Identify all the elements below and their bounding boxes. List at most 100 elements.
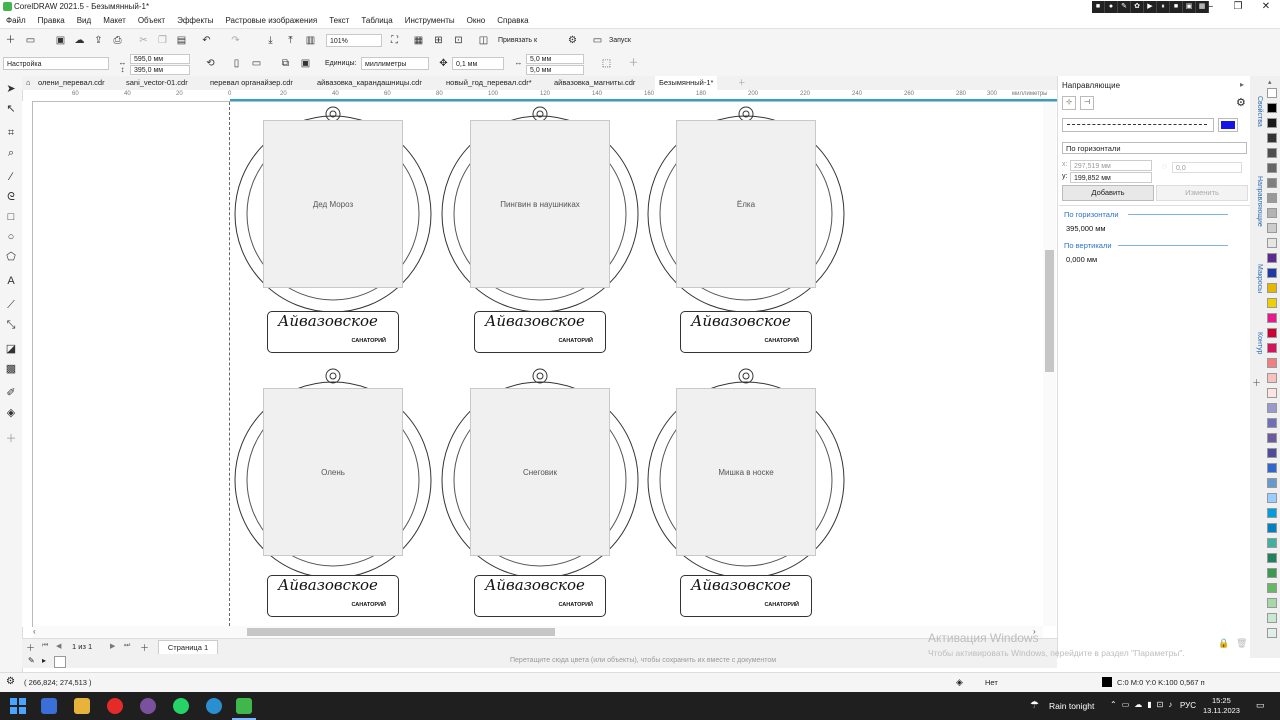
horizontal-ruler[interactable]: 60 40 20 0 20 40 60 80 100 120 140 160 1… (32, 90, 1057, 102)
palette-swatch[interactable] (1267, 208, 1277, 218)
add-docker-icon[interactable]: ＋ (1252, 376, 1261, 389)
menu-window[interactable]: Окно (461, 14, 492, 28)
new-tab-icon[interactable]: ＋ (734, 76, 750, 90)
snap-icon[interactable]: ◫ (477, 34, 490, 47)
palette-swatch[interactable] (1267, 493, 1277, 503)
palette-swatch[interactable] (1267, 118, 1277, 128)
ornament-reindeer[interactable]: Олень Айвазовское САНАТОРИЙ (231, 368, 435, 617)
menu-text[interactable]: Текст (323, 14, 355, 28)
page-height-field[interactable]: 395,0 мм (130, 65, 190, 75)
docker-menu-icon[interactable]: ▸ (1240, 80, 1244, 89)
minimize-button[interactable]: – (1196, 0, 1224, 14)
zoom-level-field[interactable]: 101% (326, 34, 382, 47)
freehand-tool-icon[interactable]: ∕ (4, 170, 18, 184)
portrait-icon[interactable]: ▯ (230, 57, 243, 70)
quick-icon[interactable]: ■ (1170, 1, 1183, 13)
palette-swatch[interactable] (1267, 598, 1277, 608)
duplicate-y-field[interactable]: 5,0 мм (526, 65, 584, 75)
page-orientation-icon[interactable]: ⟲ (204, 57, 217, 70)
nudge-distance-field[interactable]: 0,1 мм (452, 57, 504, 70)
show-guides-icon[interactable]: ⊡ (452, 34, 465, 47)
page-width-field[interactable]: 595,0 мм (130, 54, 190, 64)
contour-tab[interactable]: Контур (1251, 332, 1263, 354)
palette-swatch[interactable] (1267, 178, 1277, 188)
quick-icon[interactable]: ▣ (1183, 1, 1196, 13)
guidelines-tab[interactable]: Направляющие (1251, 176, 1263, 227)
connector-tool-icon[interactable]: ⤡ (4, 318, 18, 332)
status-gear-icon[interactable]: ⚙ (6, 676, 15, 687)
palette-swatch[interactable] (1267, 328, 1277, 338)
palette-swatch[interactable] (1267, 388, 1277, 398)
ornament-penguin[interactable]: Пингвин в наушниках Айвазовское САНАТОРИ… (438, 106, 642, 353)
transparency-tool-icon[interactable]: ▩ (4, 362, 18, 376)
quick-icon[interactable]: ▶ (1144, 1, 1157, 13)
weather-text[interactable]: Rain tonight (1049, 701, 1094, 711)
units-select[interactable]: миллиметры (361, 57, 429, 70)
cut-icon[interactable]: ✂ (137, 34, 150, 47)
palette-swatch[interactable] (1267, 463, 1277, 473)
macros-tab[interactable]: Макросы (1251, 264, 1263, 293)
outline-color-swatch[interactable] (1102, 677, 1112, 687)
first-page-icon[interactable]: ⏮ (42, 642, 48, 650)
new-document-icon[interactable]: ＋ (4, 34, 17, 47)
show-grid-icon[interactable]: ⊞ (432, 34, 445, 47)
ornament-tree[interactable]: Ёлка Айвазовское САНАТОРИЙ (644, 106, 848, 353)
palette-swatch[interactable] (1267, 403, 1277, 413)
line-style-select[interactable] (1062, 118, 1214, 132)
palette-up-icon[interactable]: ▴ (1268, 78, 1272, 86)
options-gear-icon[interactable]: ⚙ (566, 34, 579, 47)
palette-swatch[interactable] (1267, 268, 1277, 278)
horizontal-scrollbar[interactable]: ‹ › (33, 626, 1043, 638)
guide-orientation-select[interactable]: По горизонтали (1062, 142, 1247, 154)
duplicate-x-field[interactable]: 5,0 мм (526, 54, 584, 64)
menu-view[interactable]: Вид (71, 14, 97, 28)
clock-date[interactable]: 13.11.2023 (1203, 706, 1240, 715)
document-tab[interactable]: айвазовка_магниты.cdr (550, 76, 639, 90)
palette-options-icon[interactable]: ▸ (42, 656, 46, 665)
menu-bitmaps[interactable]: Растровые изображения (219, 14, 323, 28)
document-tab[interactable]: олени_перевал.cdr (34, 76, 109, 90)
weather-icon[interactable]: ☂ (1030, 700, 1039, 711)
launch-dropdown[interactable]: Запуск (609, 34, 631, 47)
add-guide-button[interactable]: Добавить (1062, 185, 1154, 201)
viber-icon[interactable] (140, 698, 156, 714)
full-screen-icon[interactable]: ⛶ (388, 34, 401, 47)
launch-icon[interactable]: ▭ (591, 34, 604, 47)
menu-help[interactable]: Справка (491, 14, 534, 28)
undo-icon[interactable]: ↶ (200, 34, 213, 47)
rectangle-tool-icon[interactable]: □ (4, 210, 18, 224)
palette-swatch[interactable] (1267, 223, 1277, 233)
save-icon[interactable]: ▣ (54, 34, 67, 47)
palette-swatch[interactable] (1267, 373, 1277, 383)
paste-icon[interactable]: ▤ (175, 34, 188, 47)
prev-page-icon[interactable]: ◀ (56, 642, 61, 650)
menu-file[interactable]: Файл (0, 14, 32, 28)
document-tab[interactable]: новый_год_перевал.cdr* (442, 76, 536, 90)
yandex-browser-icon[interactable] (107, 698, 123, 714)
document-tab[interactable]: перевал органайзер.cdr (206, 76, 297, 90)
palette-swatch[interactable] (1267, 553, 1277, 563)
page-tab[interactable]: Страница 1 (158, 640, 218, 655)
palette-swatch[interactable] (1267, 418, 1277, 428)
snap-to-dropdown[interactable]: Привязать к (498, 34, 537, 47)
guide-angle-field[interactable]: 0,0 (1172, 162, 1242, 173)
palette-swatch[interactable] (1267, 448, 1277, 458)
eyedropper-icon[interactable]: ✎ (28, 656, 35, 665)
palette-swatch[interactable] (1267, 568, 1277, 578)
share-icon[interactable]: ⇪ (92, 34, 105, 47)
palette-swatch[interactable] (1267, 478, 1277, 488)
guide-y-field[interactable]: 199,852 мм (1070, 172, 1152, 183)
menu-edit[interactable]: Правка (32, 14, 71, 28)
pick-tool-icon[interactable]: ➤ (4, 82, 18, 96)
scroll-left-icon[interactable]: ‹ (33, 627, 36, 636)
document-tab[interactable]: айвазовка_карандашницы.cdr (313, 76, 426, 90)
palette-swatch[interactable] (1267, 283, 1277, 293)
guide-type-icon[interactable]: ⊹ (1062, 96, 1076, 110)
next-page-icon[interactable]: ▶ (110, 642, 115, 650)
modify-guide-button[interactable]: Изменить (1156, 185, 1248, 201)
menu-table[interactable]: Таблица (355, 14, 398, 28)
palette-swatch[interactable] (1267, 433, 1277, 443)
palette-swatch[interactable] (1267, 613, 1277, 623)
document-tab[interactable]: sani_vector-01.cdr (122, 76, 192, 90)
lock-icon[interactable]: 🔒 (1218, 638, 1229, 649)
